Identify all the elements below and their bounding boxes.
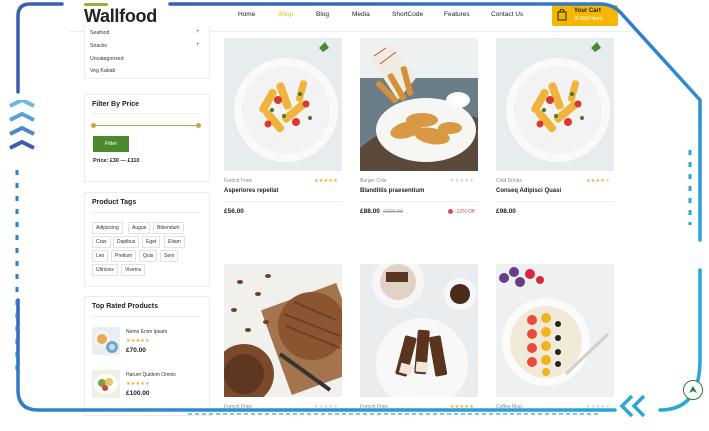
product-category[interactable]: French Fries [360, 404, 388, 410]
star-rating: ★★★★★ [586, 404, 610, 410]
product-price: £98.00 [496, 208, 516, 215]
tag-item[interactable]: Bibendum [153, 222, 184, 234]
arrow-up-icon [689, 386, 697, 393]
tag-item[interactable]: Sem [160, 250, 179, 262]
tag-item[interactable]: Eget [142, 236, 161, 248]
price-slider-track[interactable] [93, 125, 199, 126]
product-price: £56.00 [224, 208, 244, 215]
product-category[interactable]: Burger Cole [360, 178, 387, 184]
tag-item[interactable]: Adipiscing [92, 222, 123, 234]
product-thumbnail[interactable] [92, 327, 120, 355]
discount-badge: -12% Off [448, 209, 475, 215]
logo-dots [149, 19, 158, 32]
product-name[interactable]: Asperiores repellat [224, 188, 278, 194]
category-item[interactable]: Veg Kabab [90, 68, 115, 74]
expand-icon[interactable]: + [196, 29, 200, 35]
nav-media[interactable]: Media [352, 11, 370, 18]
star-rating: ★★★★★ [586, 178, 610, 184]
top-rated-price: £100.00 [126, 390, 150, 397]
cart-amount: (0.00)0 Item) [574, 16, 603, 22]
cart-button[interactable]: Your Cart (0.00)0 Item) [552, 5, 618, 26]
nav-home[interactable]: Home [238, 11, 255, 18]
nav-contact-us[interactable]: Contact Us [491, 11, 523, 18]
tag-item[interactable]: Etiam [164, 236, 185, 248]
product-image[interactable] [496, 264, 614, 397]
tag-item[interactable]: Quis [139, 250, 158, 262]
tag-item[interactable]: Ultricies [92, 264, 118, 276]
price-slider-min-handle[interactable] [91, 123, 96, 128]
dotted-line-decoration [15, 170, 19, 370]
divider [224, 201, 342, 202]
top-rated-title: Top Rated Products [92, 303, 158, 310]
chevron-stack-icon [9, 100, 35, 150]
product-image[interactable] [360, 264, 478, 397]
product-image[interactable] [224, 264, 342, 397]
product-name[interactable]: Conseq Adipisci Quasi [496, 188, 561, 194]
divider [92, 316, 200, 317]
star-rating: ★★★★★ [450, 178, 474, 184]
top-rated-price: £70.00 [126, 347, 146, 354]
product-image[interactable] [360, 38, 478, 171]
discount-icon [448, 209, 453, 214]
shopping-bag-icon [557, 9, 567, 21]
product-image[interactable] [224, 38, 342, 171]
category-item[interactable]: Uncategorized [90, 56, 123, 62]
nav-shop[interactable]: Shop [278, 11, 293, 18]
star-rating: ★★★★★ [314, 178, 338, 184]
cart-label: Your Cart [574, 8, 601, 14]
nav-features[interactable]: Features [444, 11, 470, 18]
product-thumbnail[interactable] [92, 370, 120, 398]
product-category[interactable]: Cold Drinks [496, 178, 522, 184]
nav-shortcode[interactable]: ShortCode [392, 11, 423, 18]
star-rating: ★★★★★ [126, 338, 150, 344]
star-rating: ★★★★★ [126, 381, 150, 387]
category-item[interactable]: Seafood [90, 30, 109, 36]
scroll-to-top-button[interactable] [683, 380, 703, 400]
tag-item[interactable]: Leo [92, 250, 109, 262]
price-range-label: Price: £30 — £110 [93, 158, 140, 164]
top-rated-name[interactable]: Nemo Enim Ipsam [126, 329, 167, 335]
divider [360, 201, 478, 202]
filter-title: Filter By Price [92, 101, 140, 108]
tag-item[interactable]: Dapibus [113, 236, 140, 248]
divider [496, 201, 614, 202]
expand-icon[interactable]: + [196, 42, 200, 48]
tag-item[interactable]: Augue [128, 222, 151, 234]
product-image[interactable] [496, 38, 614, 171]
category-item[interactable]: Snacks [90, 43, 107, 49]
dotted-line-decoration [688, 150, 692, 225]
price-slider-max-handle[interactable] [196, 123, 201, 128]
divider [92, 212, 200, 213]
product-category[interactable]: French Fries [224, 404, 252, 410]
product-category[interactable]: French Fries [224, 178, 252, 184]
divider [92, 113, 200, 114]
arrow-left-icon [619, 394, 646, 418]
filter-button[interactable]: Filter [93, 136, 129, 152]
tag-item[interactable]: Viverra [121, 264, 145, 276]
top-rated-name[interactable]: Harum Quidem Omnis [126, 372, 176, 378]
tag-item[interactable]: Pretium [111, 250, 137, 262]
tag-item[interactable]: Cras [92, 236, 111, 248]
tags-title: Product Tags [92, 199, 137, 206]
product-category[interactable]: Coffee Mug [496, 404, 522, 410]
site-logo[interactable]: Wallfood [84, 6, 157, 27]
product-name[interactable]: Blanditiis praesentium [360, 188, 424, 194]
star-rating: ★★★★★ [314, 404, 338, 410]
product-old-price: £100.00 [383, 209, 403, 215]
product-price: £88.00 [360, 208, 380, 215]
top-rated-box [84, 296, 210, 416]
nav-blog[interactable]: Blog [316, 11, 329, 18]
star-rating: ★★★★★ [450, 404, 474, 410]
